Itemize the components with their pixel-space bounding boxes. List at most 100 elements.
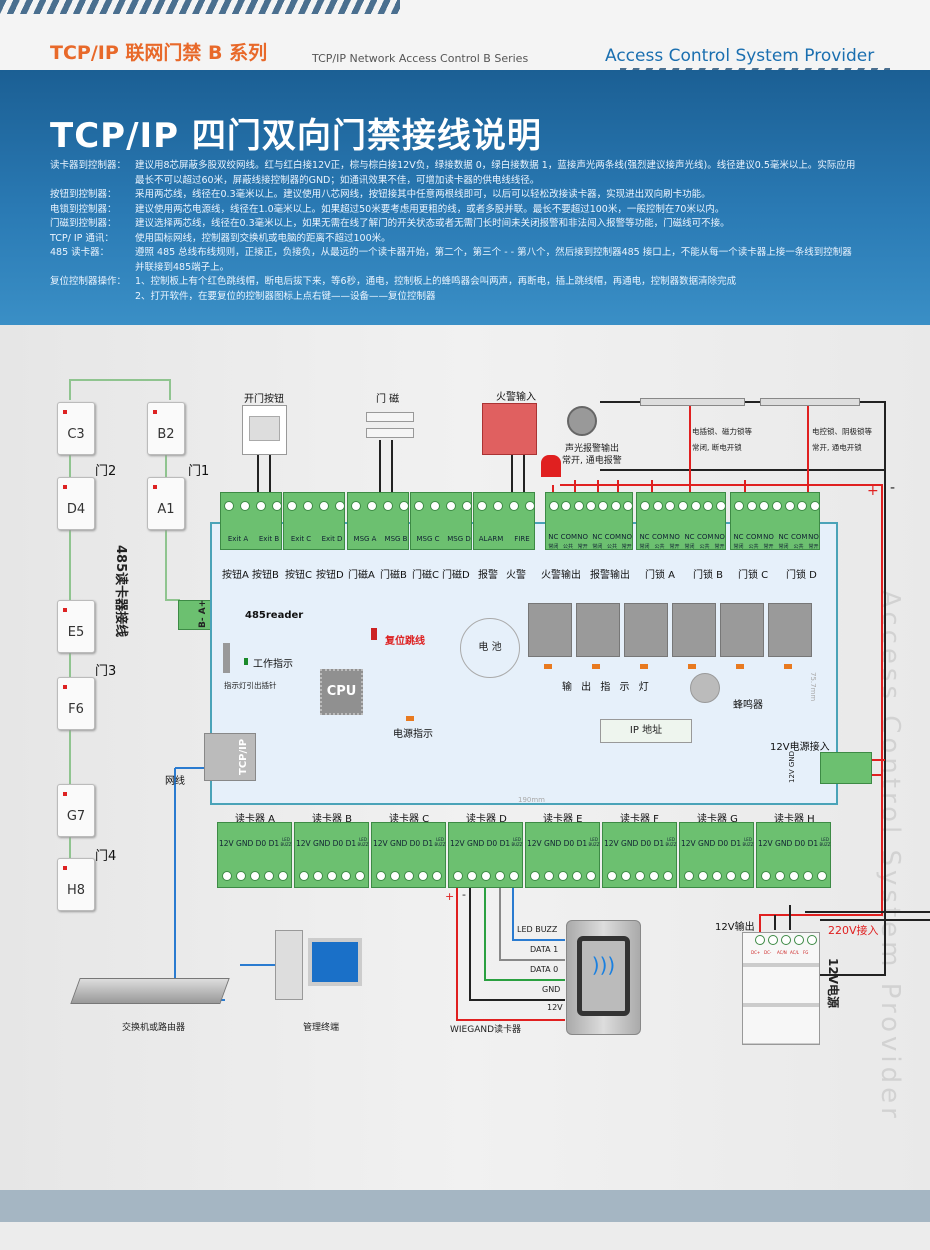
terminal-label: MSG D (447, 535, 471, 543)
psu-input-label: 220V接入 (828, 924, 879, 937)
relay-pin: NC (592, 533, 603, 541)
network-cable-label: 网线 (165, 776, 185, 787)
terminal-block[interactable]: NC 常闭 COM 公共 NO 常开 NC 常闭 COM 公共 NO 常开 (730, 492, 820, 550)
reader-pins: 12V GND D0 D1 (296, 839, 357, 848)
terminal-screw (414, 501, 424, 511)
reader-terminal-block[interactable]: 12V GND D0 D1 LED BUZZ (371, 822, 446, 888)
relay-pin: COM (791, 533, 808, 541)
terminal-screw (678, 501, 688, 511)
plus-sign: + (867, 483, 879, 499)
beacon-icon (541, 455, 561, 477)
relay-pin: NO (714, 533, 725, 541)
power-indicator-label: 电源指示 (393, 729, 433, 740)
wire-label: LED BUZZ (517, 925, 558, 934)
psu-label: 12V电源 (826, 958, 840, 1008)
power-in-terminal[interactable] (820, 752, 872, 784)
terminal-screw (716, 501, 726, 511)
terminal-screw (240, 501, 250, 511)
terminal-block[interactable]: MSG A MSG B (347, 492, 409, 550)
terminal-label: Exit A (227, 535, 249, 543)
terminal-screw (287, 501, 297, 511)
terminal-label: Exit B (258, 535, 280, 543)
reader-terminal-block[interactable]: 12V GND D0 D1 LED BUZZ (217, 822, 292, 888)
reader-card: E5 (57, 600, 95, 653)
terminal-name: 门磁B (380, 570, 407, 581)
indicator-pins (223, 643, 230, 673)
terminal-block[interactable]: Exit C Exit D (283, 492, 345, 550)
terminal-screw (549, 501, 559, 511)
relay-pin-cn: 常开 (669, 544, 680, 550)
cpu-chip: CPU (320, 669, 363, 715)
psu-terminal[interactable] (755, 935, 765, 945)
terminal-screw (652, 501, 663, 511)
psu-terminal[interactable] (807, 935, 817, 945)
indicator-pins-label: 指示灯引出插针 (224, 681, 277, 690)
terminal-screw (390, 871, 400, 881)
terminal-name: 门磁C (412, 570, 439, 581)
terminal-screw (586, 871, 596, 881)
work-indicator-label: 工作指示 (253, 659, 293, 670)
lock1-label: 电插锁、磁力锁等 (692, 427, 752, 436)
reader-pins: 12V GND D0 D1 (681, 839, 742, 848)
psu-terminal[interactable] (768, 935, 778, 945)
relay-pin: NC (684, 533, 695, 541)
terminal-block[interactable]: ALARM FIRE (473, 492, 535, 550)
reader-terminal-block[interactable]: 12V GND D0 D1 LED BUZZ (525, 822, 600, 888)
wire-label: DATA 1 (530, 945, 559, 954)
reader-terminal-block[interactable]: 12V GND D0 D1 LED BUZZ (756, 822, 831, 888)
relay-pin: NC (548, 533, 559, 541)
reader-terminal-block[interactable]: 12V GND D0 D1 LED BUZZ (294, 822, 369, 888)
terminal-name: 报警 (478, 570, 498, 581)
electric-lock-2 (760, 398, 860, 406)
work-led (244, 658, 248, 665)
relay (528, 603, 572, 657)
reader-pins: 12V GND D0 D1 (604, 839, 665, 848)
relay (576, 603, 620, 657)
terminal-name: 按钮D (316, 570, 344, 581)
door-sensor-magnet (366, 412, 414, 422)
relay-pin-cn: 常开 (808, 544, 819, 550)
terminal-block[interactable]: NC 常闭 COM 公共 NO 常开 NC 常闭 COM 公共 NO 常开 (636, 492, 726, 550)
terminal-screw (351, 501, 361, 511)
terminal-485[interactable] (178, 600, 214, 630)
psu-terminal[interactable] (794, 935, 804, 945)
terminal-screw (797, 501, 808, 511)
pc-monitor (308, 938, 362, 986)
terminal-screw (649, 871, 659, 881)
terminal-block[interactable]: MSG C MSG D (410, 492, 472, 550)
relay-pin: NO (621, 533, 633, 541)
reader-terminal-block[interactable]: 12V GND D0 D1 LED BUZZ (679, 822, 754, 888)
terminal-block[interactable]: NC 常闭 COM 公共 NO 常开 NC 常闭 COM 公共 NO 常开 (545, 492, 633, 550)
terminal-name: 按钮A (222, 570, 249, 581)
psu-terminal[interactable] (781, 935, 791, 945)
terminal-screw (495, 871, 505, 881)
relay-pin-cn: 常闭 (684, 544, 695, 550)
reader-led-pin: LED BUZZ (665, 837, 677, 847)
relay-pin: NO (669, 533, 680, 541)
terminal-screw (530, 871, 540, 881)
reader-card: D4 (57, 477, 95, 530)
door-sensor-label: 门 磁 (376, 394, 400, 405)
reset-jumper[interactable] (371, 628, 377, 640)
terminal-screw (784, 501, 795, 511)
terminal-screw (665, 501, 676, 511)
terminal-screw (621, 871, 631, 881)
relay-pin: COM (746, 533, 763, 541)
terminal-screw (399, 501, 409, 511)
psu-pin-label: FG (803, 950, 809, 955)
width-dimension: 190mm (518, 796, 545, 804)
terminal-block[interactable]: Exit A Exit B (220, 492, 282, 550)
terminal-screw (418, 871, 428, 881)
relay-pin-cn: 公共 (606, 544, 617, 550)
reset-jumper-label: 复位跳线 (385, 636, 425, 647)
terminal-screw (586, 501, 596, 511)
reader-terminal-block[interactable]: 12V GND D0 D1 LED BUZZ (602, 822, 677, 888)
lock1-note: 常闭, 断电开锁 (692, 443, 742, 452)
terminal-screw (607, 871, 617, 881)
reader-terminal-block[interactable]: 12V GND D0 D1 LED BUZZ (448, 822, 523, 888)
terminal-screw (481, 871, 491, 881)
reader-card: B2 (147, 402, 185, 455)
buzzer-icon (690, 673, 720, 703)
relay-pin-cn: 常开 (621, 544, 632, 550)
buzzer-label: 蜂鸣器 (733, 700, 763, 711)
